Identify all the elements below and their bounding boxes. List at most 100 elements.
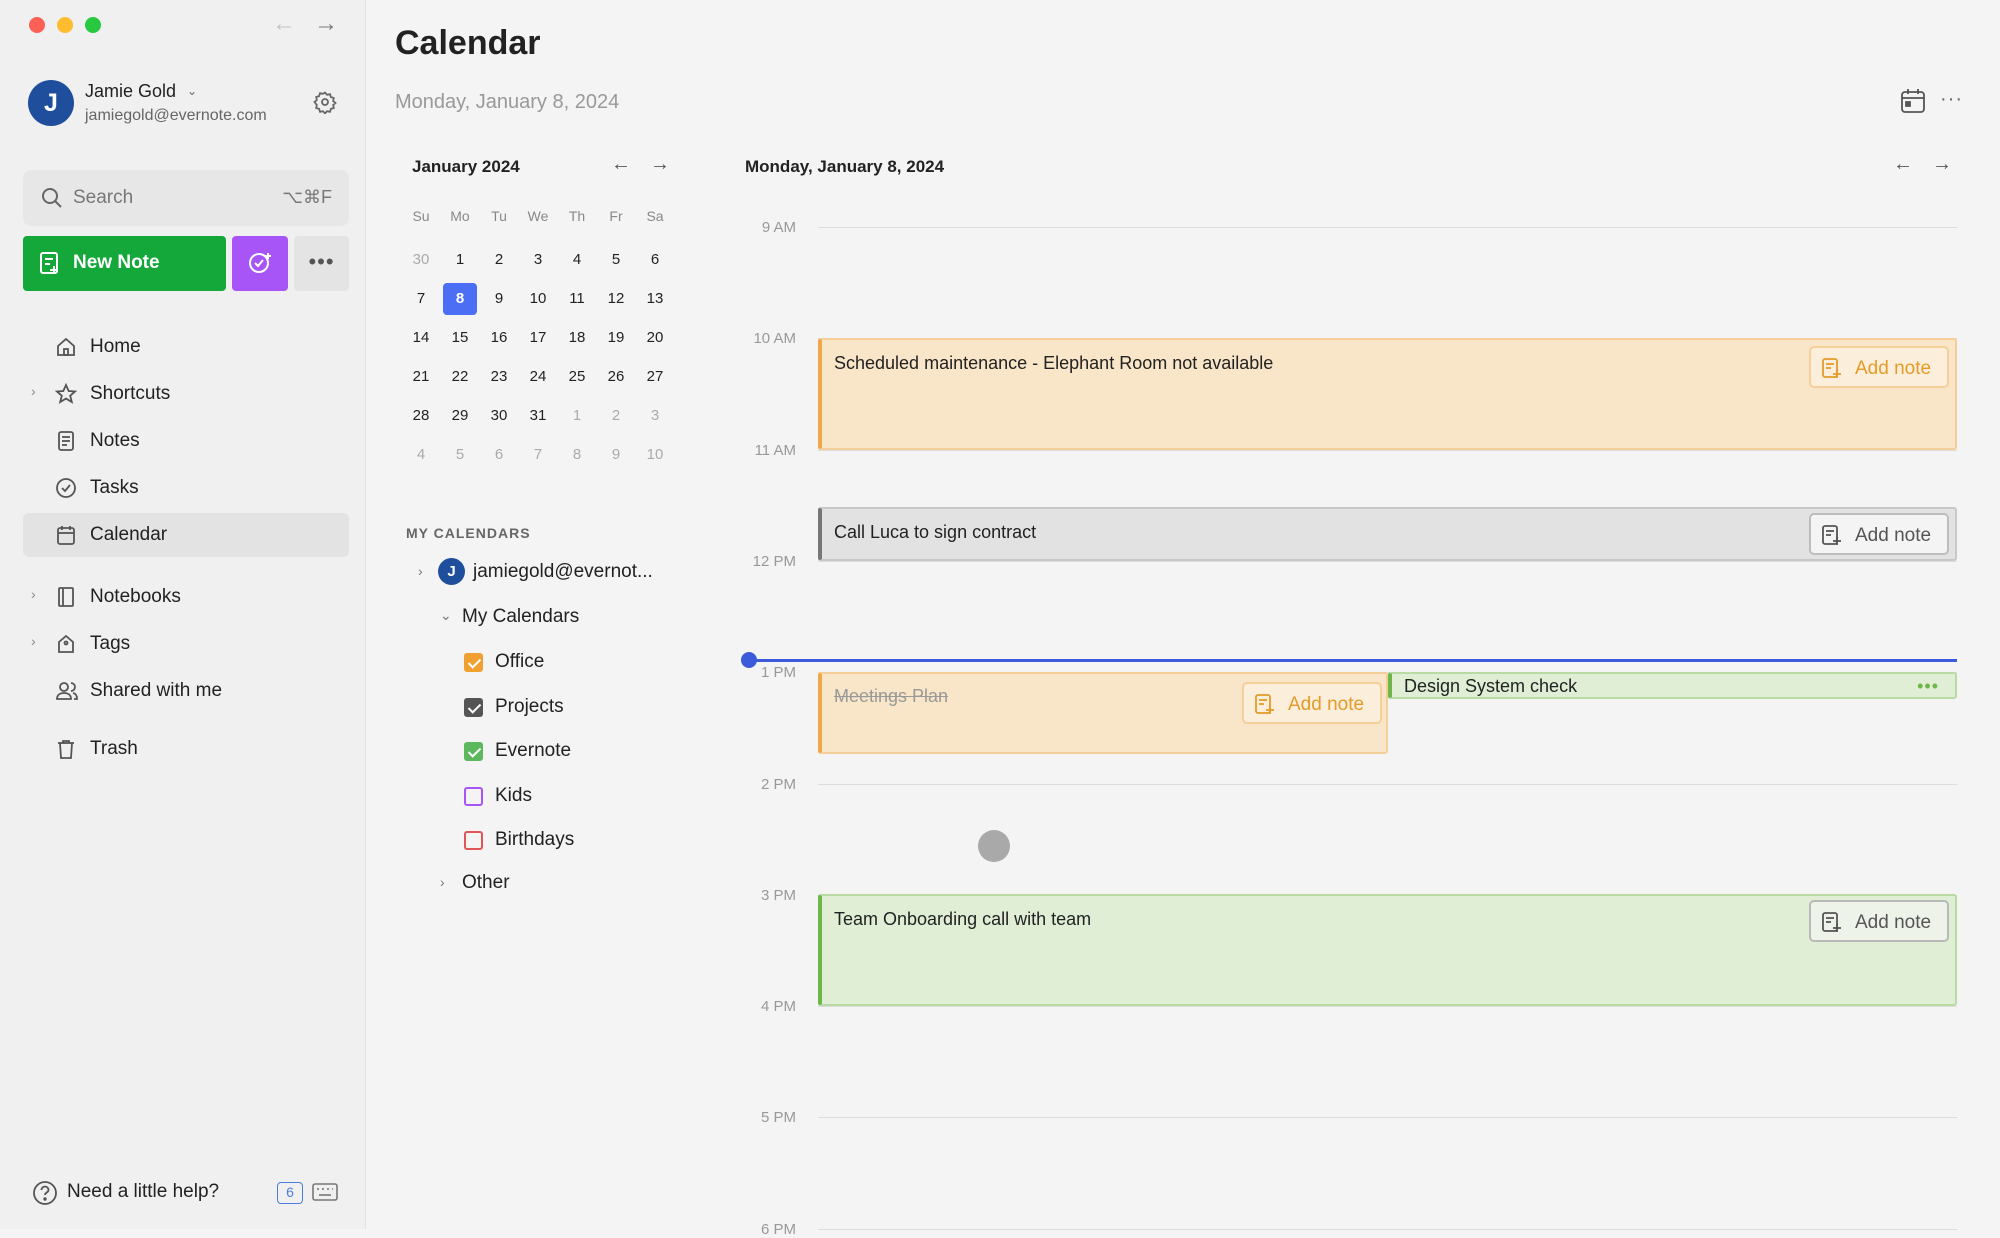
mini-calendar-day[interactable]: 26 (599, 361, 633, 393)
mini-calendar-day[interactable]: 9 (599, 439, 633, 471)
sidebar-item-shared[interactable]: Shared with me (23, 669, 349, 713)
calendar-checkbox[interactable] (464, 831, 483, 851)
add-note-button[interactable]: Add note (1809, 513, 1949, 555)
avatar[interactable]: J (28, 80, 74, 126)
new-task-button[interactable] (232, 236, 288, 291)
window-close-button[interactable] (29, 17, 45, 33)
mini-calendar-day[interactable]: 25 (560, 361, 594, 393)
next-month-arrow-icon[interactable]: → (650, 153, 670, 176)
account-label[interactable]: jamiegold@evernot... (473, 561, 653, 583)
mini-calendar-day[interactable]: 6 (638, 244, 672, 276)
mini-calendar-day[interactable]: 7 (521, 439, 555, 471)
day-view-title: Monday, January 8, 2024 (745, 157, 945, 176)
help-link[interactable]: Need a little help? (67, 1181, 219, 1203)
mini-calendar-day[interactable]: 4 (404, 439, 438, 471)
mini-calendar-day[interactable]: 3 (521, 244, 555, 276)
user-name[interactable]: Jamie Gold (85, 81, 176, 102)
calendar-checkbox[interactable] (464, 697, 483, 717)
event-design-check[interactable]: Design System check ••• (1388, 672, 1957, 699)
mini-calendar-day[interactable]: 29 (443, 400, 477, 432)
add-note-button[interactable]: Add note (1242, 682, 1382, 724)
mini-calendar-day[interactable]: 22 (443, 361, 477, 393)
window-zoom-button[interactable] (85, 17, 101, 33)
calendar-checkbox[interactable] (464, 786, 483, 806)
mini-calendar-day[interactable]: 28 (404, 400, 438, 432)
mini-calendar-day[interactable]: 19 (599, 322, 633, 354)
mini-calendar-day[interactable]: 31 (521, 400, 555, 432)
event-meetings-plan[interactable]: Meetings Plan Add note (818, 672, 1388, 754)
chevron-down-icon[interactable]: ⌄ (440, 607, 452, 624)
mini-calendar-day[interactable]: 1 (560, 400, 594, 432)
gear-icon[interactable] (313, 90, 337, 119)
sidebar-item-shortcuts[interactable]: › Shortcuts (23, 372, 349, 416)
mini-calendar-day[interactable]: 11 (560, 283, 594, 315)
event-call-luca[interactable]: Call Luca to sign contract Add note (818, 507, 1957, 561)
event-maintenance[interactable]: Scheduled maintenance - Elephant Room no… (818, 338, 1957, 450)
search-shortcut: ⌥⌘F (282, 187, 332, 207)
mini-calendar-day[interactable]: 27 (638, 361, 672, 393)
chevron-down-icon[interactable]: ⌄ (187, 84, 197, 98)
mini-calendar-day[interactable]: 12 (599, 283, 633, 315)
add-note-button[interactable]: Add note (1809, 346, 1949, 388)
sidebar-item-tasks[interactable]: Tasks (23, 466, 349, 510)
mini-calendar-day[interactable]: 5 (443, 439, 477, 471)
event-onboarding[interactable]: Team Onboarding call with team Add note (818, 894, 1957, 1006)
mini-calendar-day[interactable]: 24 (521, 361, 555, 393)
calendar-group-label[interactable]: My Calendars (462, 606, 579, 628)
mini-calendar-day[interactable]: 2 (482, 244, 516, 276)
calendar-checkbox[interactable] (464, 653, 483, 672)
mini-calendar-day[interactable]: 30 (404, 244, 438, 276)
other-calendars-label[interactable]: Other (462, 872, 510, 894)
mini-calendar-day[interactable]: 3 (638, 400, 672, 432)
event-more-icon[interactable]: ••• (1917, 676, 1939, 697)
mini-calendar-day[interactable]: 23 (482, 361, 516, 393)
chevron-right-icon[interactable]: › (31, 633, 36, 649)
mini-calendar-day[interactable]: 6 (482, 439, 516, 471)
sidebar-item-calendar[interactable]: Calendar (23, 513, 349, 557)
window-minimize-button[interactable] (57, 17, 73, 33)
mini-calendar-day[interactable]: 14 (404, 322, 438, 354)
chevron-right-icon[interactable]: › (440, 874, 445, 890)
mini-calendar-day[interactable]: 30 (482, 400, 516, 432)
more-options-icon[interactable]: ··· (1940, 88, 1963, 111)
forward-arrow-icon[interactable]: → (314, 10, 338, 38)
prev-day-arrow-icon[interactable]: ← (1893, 153, 1913, 176)
mini-calendar-day[interactable]: 4 (560, 244, 594, 276)
mini-calendar-day[interactable]: 10 (521, 283, 555, 315)
mini-calendar-day[interactable]: 17 (521, 322, 555, 354)
keyboard-icon[interactable] (312, 1183, 338, 1206)
sidebar-item-trash[interactable]: Trash (23, 727, 349, 771)
chevron-right-icon[interactable]: › (31, 383, 36, 399)
mini-calendar-day[interactable]: 13 (638, 283, 672, 315)
mini-calendar-day[interactable]: 5 (599, 244, 633, 276)
mini-calendar-day[interactable]: 7 (404, 283, 438, 315)
notification-badge[interactable]: 6 (277, 1182, 303, 1204)
next-day-arrow-icon[interactable]: → (1932, 153, 1952, 176)
sidebar-item-notes[interactable]: Notes (23, 419, 349, 463)
sidebar-item-tags[interactable]: › Tags (23, 622, 349, 666)
mini-calendar-day[interactable]: 8 (443, 283, 477, 315)
calendar-today-icon[interactable] (1900, 88, 1926, 119)
chevron-right-icon[interactable]: › (31, 586, 36, 602)
prev-month-arrow-icon[interactable]: ← (611, 153, 631, 176)
help-icon[interactable] (32, 1180, 58, 1211)
mini-calendar-day[interactable]: 15 (443, 322, 477, 354)
add-note-button[interactable]: Add note (1809, 900, 1949, 942)
mini-calendar-day[interactable]: 9 (482, 283, 516, 315)
search-input[interactable]: Search ⌥⌘F (23, 170, 349, 226)
mini-calendar-day[interactable]: 20 (638, 322, 672, 354)
mini-calendar-day[interactable]: 1 (443, 244, 477, 276)
sidebar-item-notebooks[interactable]: › Notebooks (23, 575, 349, 619)
calendar-checkbox[interactable] (464, 742, 483, 762)
chevron-right-icon[interactable]: › (418, 563, 423, 579)
new-note-button[interactable]: New Note (23, 236, 226, 291)
mini-calendar-day[interactable]: 10 (638, 439, 672, 471)
more-options-button[interactable]: ••• (294, 236, 349, 291)
sidebar-item-home[interactable]: Home (23, 325, 349, 369)
mini-calendar-day[interactable]: 8 (560, 439, 594, 471)
back-arrow-icon[interactable]: ← (272, 10, 296, 38)
mini-calendar-day[interactable]: 16 (482, 322, 516, 354)
mini-calendar-day[interactable]: 2 (599, 400, 633, 432)
mini-calendar-day[interactable]: 21 (404, 361, 438, 393)
mini-calendar-day[interactable]: 18 (560, 322, 594, 354)
